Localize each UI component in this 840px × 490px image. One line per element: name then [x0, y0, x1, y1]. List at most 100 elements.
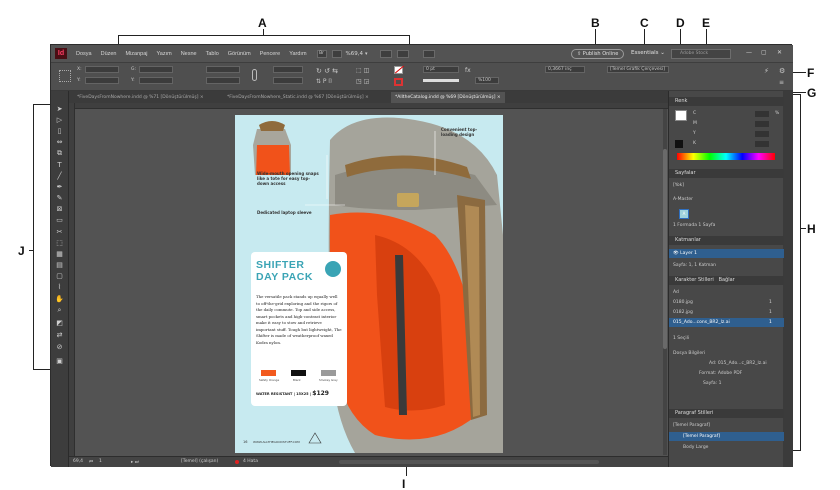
direct-selection-tool-icon[interactable]: ▷: [54, 116, 65, 125]
pen-tool-icon[interactable]: ✒: [54, 183, 65, 192]
menu-duzen[interactable]: Düzen: [101, 51, 117, 57]
flip-icons[interactable]: ⇅ P ⌷: [316, 78, 332, 86]
catalog-page[interactable]: Convenient top-loading design Wide-mouth…: [235, 115, 503, 453]
gap-tool-icon[interactable]: ⇔: [54, 138, 65, 147]
next-page-button[interactable]: ▸ ⏭: [131, 459, 139, 465]
tab-links[interactable]: Bağlar: [719, 277, 735, 283]
paragraph-styles-header[interactable]: Paragraf Stilleri: [669, 409, 784, 418]
close-icon[interactable]: ×: [365, 95, 369, 100]
scale-x-field[interactable]: [206, 66, 240, 73]
adobe-stock-search[interactable]: Adobe Stock: [671, 49, 731, 59]
constrain-link-icon[interactable]: [252, 69, 257, 81]
stroke-type-dropdown[interactable]: [423, 79, 459, 82]
rectangle-frame-tool-icon[interactable]: ⊠: [54, 205, 65, 214]
pages-none[interactable]: [Yok]: [669, 181, 784, 190]
screen-mode-icon[interactable]: ▣: [54, 357, 65, 366]
links-column-header[interactable]: Ad: [669, 288, 784, 297]
fx-icon[interactable]: fx: [465, 67, 471, 74]
rotate-icons[interactable]: ↻ ↺ ⇆: [316, 67, 338, 75]
gear-icon[interactable]: ⚙: [779, 67, 785, 75]
status-errors[interactable]: 4 Hata: [243, 459, 258, 464]
close-button[interactable]: ✕: [777, 49, 782, 56]
line-tool-icon[interactable]: ╱: [54, 172, 65, 181]
measure-field[interactable]: 0,3667 inç: [545, 66, 585, 73]
channel-k-field[interactable]: [755, 141, 769, 147]
channel-m-field[interactable]: [755, 121, 769, 127]
select-content-icons[interactable]: ◳ ◲: [356, 78, 369, 85]
menu-tablo[interactable]: Tablo: [206, 51, 219, 57]
vertical-ruler[interactable]: [69, 103, 75, 456]
layers-panel-header[interactable]: Katmanlar: [669, 236, 784, 245]
color-spectrum[interactable]: [677, 153, 775, 160]
status-page-number[interactable]: 1: [99, 459, 102, 464]
channel-y-field[interactable]: [755, 131, 769, 137]
type-tool-icon[interactable]: T: [54, 161, 65, 170]
color-panel-header[interactable]: Renk: [669, 97, 784, 106]
pencil-tool-icon[interactable]: ✎: [54, 194, 65, 203]
bridge-button[interactable]: Br: [316, 49, 327, 58]
stroke-weight-field[interactable]: 0 pt: [423, 66, 459, 73]
horizontal-ruler[interactable]: [69, 103, 668, 109]
scroll-thumb[interactable]: [663, 149, 667, 349]
close-icon[interactable]: ×: [497, 95, 501, 100]
quick-apply-icon[interactable]: ⚡: [764, 67, 769, 75]
tab-allthe-catalog[interactable]: *AlltheCatalog.indd @ %69 [Dönüştürülmüş…: [391, 92, 505, 103]
tab-character-styles[interactable]: Karakter Stilleri: [675, 277, 714, 283]
minimize-button[interactable]: —: [746, 49, 752, 56]
screen-mode-button[interactable]: [379, 49, 392, 58]
menu-pencere[interactable]: Pencere: [260, 51, 281, 57]
zoom-dropdown-icon[interactable]: ▾: [365, 51, 368, 57]
shear-field[interactable]: [273, 77, 303, 84]
menu-yardim[interactable]: Yardım: [289, 51, 306, 57]
status-zoom[interactable]: 69,4: [73, 459, 83, 464]
reference-point-grid[interactable]: [59, 70, 71, 82]
menu-dosya[interactable]: Dosya: [76, 51, 92, 57]
fill-stroke-icon[interactable]: ◩: [54, 319, 65, 328]
link-item[interactable]: 015_Ado...cons_BR2_lz.ai 1: [669, 318, 784, 327]
opacity-field[interactable]: %100: [475, 77, 499, 84]
maximize-button[interactable]: ▢: [761, 49, 767, 56]
color-fill-proxy[interactable]: [675, 110, 687, 121]
pages-master[interactable]: A-Master: [669, 195, 784, 204]
close-icon[interactable]: ×: [200, 95, 204, 100]
control-panel-menu-icon[interactable]: ≡: [779, 79, 784, 86]
menu-yazim[interactable]: Yazım: [157, 51, 172, 57]
hand-tool-icon[interactable]: ✋: [54, 295, 65, 304]
layout-grid-button[interactable]: [422, 49, 435, 58]
arrange-documents-button[interactable]: [396, 49, 409, 58]
publish-online-button[interactable]: ⇪ Publish Online: [571, 49, 625, 59]
gradient-feather-tool-icon[interactable]: ▤: [54, 261, 65, 270]
apply-none-icon[interactable]: ⊘: [54, 343, 65, 352]
eye-icon[interactable]: 👁: [673, 251, 679, 256]
file-info-title[interactable]: Dosya Bilgileri: [669, 349, 784, 358]
selection-tool-icon[interactable]: ➤: [54, 105, 65, 114]
tab-five-days-static[interactable]: *FiveDaysFromNowhere_Static.indd @ %67 […: [223, 92, 373, 103]
product-card[interactable]: SHIFTER DAY PACK The versatile pack stan…: [251, 252, 347, 406]
content-collector-icon[interactable]: ⧉: [54, 149, 65, 158]
menu-nesne[interactable]: Nesne: [181, 51, 197, 57]
layer-row[interactable]: 👁 Layer 1: [669, 249, 784, 258]
view-options-button[interactable]: [331, 49, 342, 58]
rectangle-tool-icon[interactable]: ▭: [54, 216, 65, 225]
zoom-level[interactable]: %69,4: [346, 51, 363, 57]
zoom-tool-icon[interactable]: ⌕: [54, 306, 65, 315]
menu-mizanpaj[interactable]: Mizanpaj: [126, 51, 148, 57]
para-style-item[interactable]: [Temel Paragraf]: [669, 432, 784, 441]
frame-style-dropdown[interactable]: [Temel Grafik Çerçevesi]: [607, 66, 669, 73]
w-field[interactable]: [139, 66, 173, 73]
channel-c-field[interactable]: [755, 111, 769, 117]
x-field[interactable]: [85, 66, 119, 73]
h-field[interactable]: [139, 77, 173, 84]
link-item[interactable]: 0182.jpg 1: [669, 308, 784, 317]
pages-panel-header[interactable]: Sayfalar: [669, 169, 784, 178]
para-style-item[interactable]: Body Large: [669, 443, 784, 452]
y-field[interactable]: [85, 77, 119, 84]
note-tool-icon[interactable]: ▢: [54, 272, 65, 281]
scale-y-field[interactable]: [206, 77, 240, 84]
link-item[interactable]: 0180.jpg 1: [669, 298, 784, 307]
document-canvas[interactable]: Convenient top-loading design Wide-mouth…: [69, 103, 668, 456]
menu-gorunum[interactable]: Görünüm: [228, 51, 251, 57]
workspace-switcher[interactable]: Essentials ⌄: [631, 50, 665, 56]
status-style[interactable]: [Temel] (çalışan): [181, 459, 218, 464]
gradient-swatch-tool-icon[interactable]: ▦: [54, 250, 65, 259]
